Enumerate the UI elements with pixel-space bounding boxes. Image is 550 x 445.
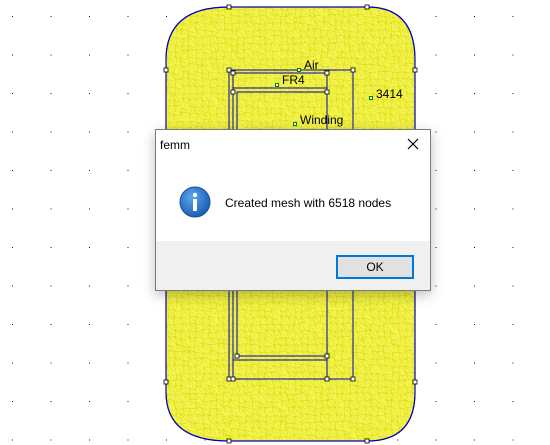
geometry-node <box>412 379 418 385</box>
geometry-node <box>412 67 418 73</box>
label-turns-marker <box>369 96 373 100</box>
geometry-node <box>324 376 330 382</box>
dialog-footer: OK <box>156 241 430 290</box>
label-winding-marker <box>293 122 297 126</box>
geometry-node <box>226 376 232 382</box>
ok-button[interactable]: OK <box>336 255 414 279</box>
geometry-node <box>234 353 240 359</box>
dialog-title: femm <box>160 138 190 152</box>
message-dialog: femm Created mesh with 6518 nodes OK <box>155 129 431 291</box>
geometry-node <box>163 379 169 385</box>
info-icon <box>179 186 211 218</box>
geometry-node <box>230 70 236 76</box>
geometry-node <box>364 4 370 10</box>
label-fr4: FR4 <box>282 73 305 87</box>
label-air-marker <box>297 68 301 72</box>
dialog-message: Created mesh with 6518 nodes <box>225 196 392 210</box>
geometry-node <box>324 89 330 95</box>
geometry-node <box>230 376 236 382</box>
geometry-node <box>163 67 169 73</box>
geometry-node <box>324 70 330 76</box>
geometry-node <box>350 376 356 382</box>
geometry-node <box>226 67 232 73</box>
label-turns: 3414 <box>376 87 403 101</box>
geometry-node <box>364 438 370 444</box>
label-fr4-marker <box>275 83 279 87</box>
geometry-node <box>230 89 236 95</box>
geometry-node <box>226 438 232 444</box>
geometry-node <box>324 353 330 359</box>
geometry-node <box>226 4 232 10</box>
label-winding: Winding <box>300 113 344 127</box>
label-air: Air <box>304 58 319 72</box>
geometry-node <box>350 67 356 73</box>
close-icon <box>407 138 419 150</box>
close-button[interactable] <box>396 130 430 158</box>
